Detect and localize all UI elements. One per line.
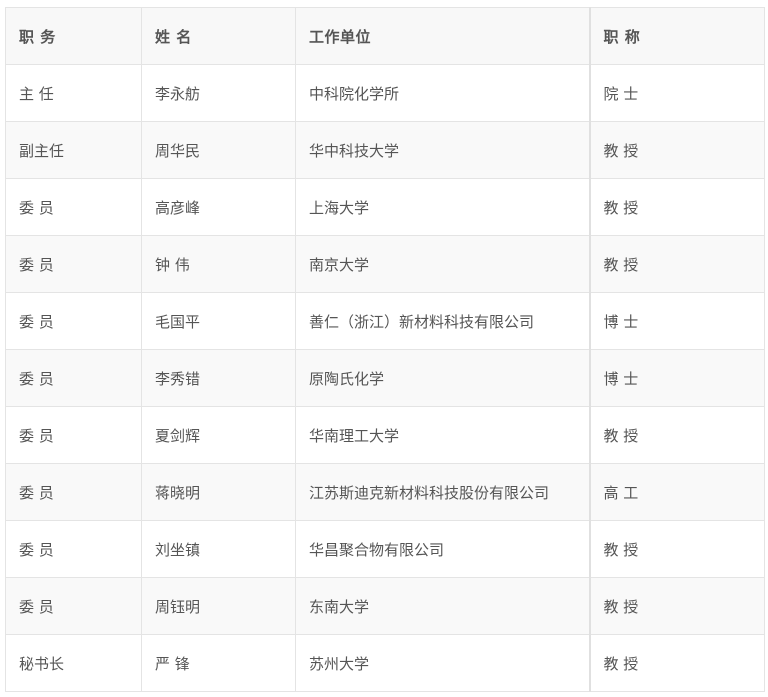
committee-table-container: 职 务 姓 名 工作单位 职 称 主 任 李永舫 中科院化学所 院 士 副主任 … bbox=[5, 7, 765, 692]
cell-title: 教 授 bbox=[588, 178, 765, 236]
table-header: 职 务 姓 名 工作单位 职 称 bbox=[5, 7, 765, 65]
cell-organization: 苏州大学 bbox=[295, 634, 590, 692]
cell-title: 教 授 bbox=[588, 235, 765, 293]
cell-position: 委 员 bbox=[5, 406, 142, 464]
cell-name: 毛国平 bbox=[141, 292, 296, 350]
cell-organization: 南京大学 bbox=[295, 235, 590, 293]
cell-name: 李永舫 bbox=[141, 64, 296, 122]
cell-name: 周华民 bbox=[141, 121, 296, 179]
cell-name: 钟 伟 bbox=[141, 235, 296, 293]
cell-title: 教 授 bbox=[588, 406, 765, 464]
cell-organization: 华昌聚合物有限公司 bbox=[295, 520, 590, 578]
header-row: 职 务 姓 名 工作单位 职 称 bbox=[5, 7, 765, 65]
cell-title: 教 授 bbox=[588, 520, 765, 578]
table-body: 主 任 李永舫 中科院化学所 院 士 副主任 周华民 华中科技大学 教 授 委 … bbox=[5, 64, 765, 692]
cell-position: 副主任 bbox=[5, 121, 142, 179]
cell-name: 周钰明 bbox=[141, 577, 296, 635]
cell-title: 教 授 bbox=[588, 121, 765, 179]
table-row: 委 员 李秀错 原陶氏化学 博 士 bbox=[5, 349, 765, 407]
cell-organization: 东南大学 bbox=[295, 577, 590, 635]
header-organization: 工作单位 bbox=[295, 7, 590, 65]
cell-position: 主 任 bbox=[5, 64, 142, 122]
table-row: 秘书长 严 锋 苏州大学 教 授 bbox=[5, 634, 765, 692]
table-row: 主 任 李永舫 中科院化学所 院 士 bbox=[5, 64, 765, 122]
cell-position: 委 员 bbox=[5, 463, 142, 521]
cell-title: 博 士 bbox=[588, 292, 765, 350]
cell-organization: 原陶氏化学 bbox=[295, 349, 590, 407]
table-row: 委 员 夏剑辉 华南理工大学 教 授 bbox=[5, 406, 765, 464]
table-row: 委 员 周钰明 东南大学 教 授 bbox=[5, 577, 765, 635]
cell-position: 委 员 bbox=[5, 235, 142, 293]
cell-organization: 华南理工大学 bbox=[295, 406, 590, 464]
table-row: 委 员 高彦峰 上海大学 教 授 bbox=[5, 178, 765, 236]
cell-position: 委 员 bbox=[5, 292, 142, 350]
cell-organization: 华中科技大学 bbox=[295, 121, 590, 179]
cell-position: 委 员 bbox=[5, 520, 142, 578]
cell-organization: 上海大学 bbox=[295, 178, 590, 236]
cell-organization: 中科院化学所 bbox=[295, 64, 590, 122]
cell-position: 委 员 bbox=[5, 349, 142, 407]
table-row: 委 员 钟 伟 南京大学 教 授 bbox=[5, 235, 765, 293]
header-name: 姓 名 bbox=[141, 7, 296, 65]
header-position: 职 务 bbox=[5, 7, 142, 65]
cell-organization: 善仁（浙江）新材料科技有限公司 bbox=[295, 292, 590, 350]
cell-name: 蒋晓明 bbox=[141, 463, 296, 521]
cell-title: 院 士 bbox=[588, 64, 765, 122]
cell-position: 委 员 bbox=[5, 178, 142, 236]
cell-name: 夏剑辉 bbox=[141, 406, 296, 464]
table-row: 委 员 毛国平 善仁（浙江）新材料科技有限公司 博 士 bbox=[5, 292, 765, 350]
cell-organization: 江苏斯迪克新材料科技股份有限公司 bbox=[295, 463, 590, 521]
cell-name: 李秀错 bbox=[141, 349, 296, 407]
cell-name: 刘坐镇 bbox=[141, 520, 296, 578]
cell-title: 博 士 bbox=[588, 349, 765, 407]
cell-position: 秘书长 bbox=[5, 634, 142, 692]
cell-title: 教 授 bbox=[588, 577, 765, 635]
table-row: 委 员 刘坐镇 华昌聚合物有限公司 教 授 bbox=[5, 520, 765, 578]
cell-title: 高 工 bbox=[588, 463, 765, 521]
committee-table: 职 务 姓 名 工作单位 职 称 主 任 李永舫 中科院化学所 院 士 副主任 … bbox=[5, 7, 765, 692]
header-title: 职 称 bbox=[588, 7, 765, 65]
table-row: 委 员 蒋晓明 江苏斯迪克新材料科技股份有限公司 高 工 bbox=[5, 463, 765, 521]
table-row: 副主任 周华民 华中科技大学 教 授 bbox=[5, 121, 765, 179]
cell-position: 委 员 bbox=[5, 577, 142, 635]
cell-name: 严 锋 bbox=[141, 634, 296, 692]
cell-name: 高彦峰 bbox=[141, 178, 296, 236]
cell-title: 教 授 bbox=[588, 634, 765, 692]
